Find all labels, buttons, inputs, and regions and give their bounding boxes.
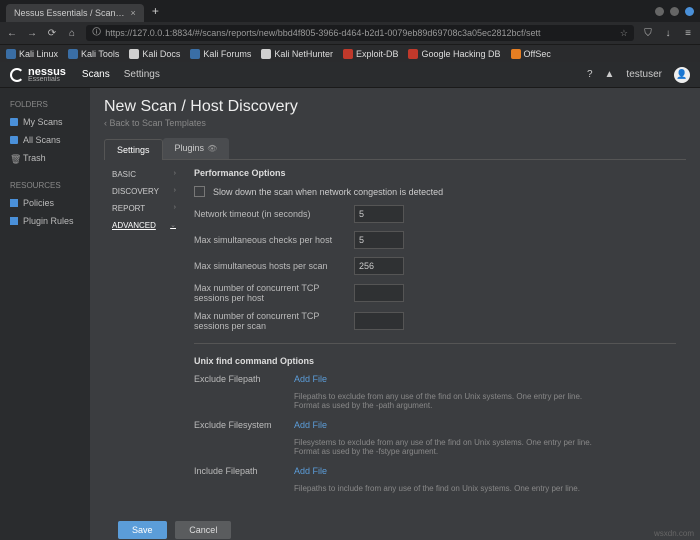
add-file-link[interactable]: Add File — [294, 420, 327, 430]
max-checks-input[interactable] — [354, 231, 404, 249]
sidebar-all-scans[interactable]: All Scans — [0, 131, 90, 149]
back-link[interactable]: ‹ Back to Scan Templates — [104, 118, 686, 128]
bookmark-item[interactable]: Kali Docs — [129, 49, 180, 59]
bookmark-item[interactable]: Kali Forums — [190, 49, 251, 59]
url-text: https://127.0.0.1:8834/#/scans/reports/n… — [105, 28, 540, 38]
unix-section-title: Unix find command Options — [194, 356, 676, 366]
resources-header: RESOURCES — [0, 177, 90, 194]
chevron-down-icon: ⌄ — [170, 221, 176, 230]
plugin-icon — [10, 217, 18, 225]
menu-icon[interactable]: ≡ — [682, 28, 694, 39]
bookmark-item[interactable]: Exploit-DB — [343, 49, 399, 59]
window-close-icon[interactable] — [685, 7, 694, 16]
bookmark-item[interactable]: Kali Tools — [68, 49, 119, 59]
sidebar-my-scans[interactable]: My Scans — [0, 113, 90, 131]
logo-icon — [10, 68, 24, 82]
folder-icon — [10, 136, 18, 144]
divider — [194, 343, 676, 344]
chevron-right-icon: › — [174, 170, 176, 179]
field-label: Max number of concurrent TCP sessions pe… — [194, 311, 354, 331]
window-titlebar: Nessus Essentials / Scan… × + — [0, 0, 700, 22]
field-label: Max simultaneous checks per host — [194, 235, 354, 245]
sn-report[interactable]: REPORT› — [104, 200, 184, 217]
trash-icon: 🗑 — [10, 154, 18, 162]
bookmark-item[interactable]: Kali NetHunter — [261, 49, 333, 59]
tcp-scan-input[interactable] — [354, 312, 404, 330]
sn-advanced[interactable]: ADVANCED⌄ — [104, 217, 184, 234]
folders-header: FOLDERS — [0, 96, 90, 113]
chevron-right-icon: › — [174, 187, 176, 196]
page-title: New Scan / Host Discovery — [104, 98, 686, 116]
nav-settings[interactable]: Settings — [124, 69, 160, 80]
unix-hint: Filesystems to exclude from any use of t… — [294, 438, 594, 456]
nav-home-icon[interactable]: ⌂ — [66, 28, 78, 39]
unix-hint: Filepaths to exclude from any use of the… — [294, 392, 594, 410]
nav-forward-icon[interactable]: → — [26, 28, 38, 39]
nessus-logo: nessusEssentials — [10, 66, 66, 83]
cancel-button[interactable]: Cancel — [175, 521, 231, 539]
left-sidebar: FOLDERS My Scans All Scans 🗑Trash RESOUR… — [0, 88, 90, 540]
chevron-right-icon: › — [174, 204, 176, 213]
folder-icon — [10, 118, 18, 126]
add-file-link[interactable]: Add File — [294, 374, 327, 384]
help-icon[interactable]: ? — [587, 69, 593, 80]
app-nav: Scans Settings — [82, 69, 160, 80]
tcp-host-input[interactable] — [354, 284, 404, 302]
main-content: New Scan / Host Discovery ‹ Back to Scan… — [90, 88, 700, 540]
window-min-icon[interactable] — [655, 7, 664, 16]
shield-icon[interactable]: ⛉ — [642, 28, 654, 39]
slowdown-checkbox[interactable] — [194, 186, 205, 197]
browser-tab[interactable]: Nessus Essentials / Scan… × — [6, 4, 144, 22]
sidebar-plugin-rules[interactable]: Plugin Rules — [0, 212, 90, 230]
url-bar[interactable]: 🛈 https://127.0.0.1:8834/#/scans/reports… — [86, 25, 634, 41]
eye-icon: 👁 — [207, 144, 217, 153]
unix-label: Exclude Filepath — [194, 374, 294, 384]
bookmark-star-icon[interactable]: ☆ — [620, 28, 628, 39]
field-label: Max number of concurrent TCP sessions pe… — [194, 283, 354, 303]
unix-label: Include Filepath — [194, 466, 294, 476]
avatar-icon[interactable]: 👤 — [674, 67, 690, 83]
username[interactable]: testuser — [626, 69, 662, 80]
nav-back-icon[interactable]: ← — [6, 28, 18, 39]
policy-icon — [10, 199, 18, 207]
notifications-icon[interactable]: ▲ — [605, 69, 615, 80]
add-file-link[interactable]: Add File — [294, 466, 327, 476]
unix-hint: Filepaths to include from any use of the… — [294, 484, 594, 493]
lock-icon: 🛈 — [92, 25, 101, 41]
bookmark-item[interactable]: Google Hacking DB — [408, 49, 500, 59]
network-timeout-input[interactable] — [354, 205, 404, 223]
nav-reload-icon[interactable]: ⟳ — [46, 28, 58, 39]
watermark: wsxdn.com — [654, 529, 694, 538]
browser-navbar: ← → ⟳ ⌂ 🛈 https://127.0.0.1:8834/#/scans… — [0, 22, 700, 44]
download-icon[interactable]: ↓ — [662, 28, 674, 39]
nav-scans[interactable]: Scans — [82, 69, 110, 80]
bookmark-item[interactable]: Kali Linux — [6, 49, 58, 59]
new-tab-button[interactable]: + — [152, 4, 159, 18]
close-tab-icon[interactable]: × — [131, 8, 136, 18]
settings-form: Performance Options Slow down the scan w… — [184, 160, 686, 511]
perf-section-title: Performance Options — [194, 168, 676, 178]
form-footer: Save Cancel — [104, 511, 686, 540]
tab-plugins[interactable]: Plugins👁 — [163, 138, 230, 159]
bookmark-item[interactable]: OffSec — [511, 49, 551, 59]
sidebar-policies[interactable]: Policies — [0, 194, 90, 212]
tab-settings[interactable]: Settings — [104, 139, 163, 160]
save-button[interactable]: Save — [118, 521, 167, 539]
sn-discovery[interactable]: DISCOVERY› — [104, 183, 184, 200]
bookmarks-bar: Kali Linux Kali Tools Kali Docs Kali For… — [0, 44, 700, 62]
tab-title: Nessus Essentials / Scan… — [14, 8, 125, 18]
sidebar-trash[interactable]: 🗑Trash — [0, 149, 90, 167]
field-label: Max simultaneous hosts per scan — [194, 261, 354, 271]
slowdown-label: Slow down the scan when network congesti… — [213, 187, 443, 197]
max-hosts-input[interactable] — [354, 257, 404, 275]
settings-sidenav: BASIC› DISCOVERY› REPORT› ADVANCED⌄ — [104, 160, 184, 511]
field-label: Network timeout (in seconds) — [194, 209, 354, 219]
app-header: nessusEssentials Scans Settings ? ▲ test… — [0, 62, 700, 88]
unix-label: Exclude Filesystem — [194, 420, 294, 430]
sn-basic[interactable]: BASIC› — [104, 166, 184, 183]
window-max-icon[interactable] — [670, 7, 679, 16]
